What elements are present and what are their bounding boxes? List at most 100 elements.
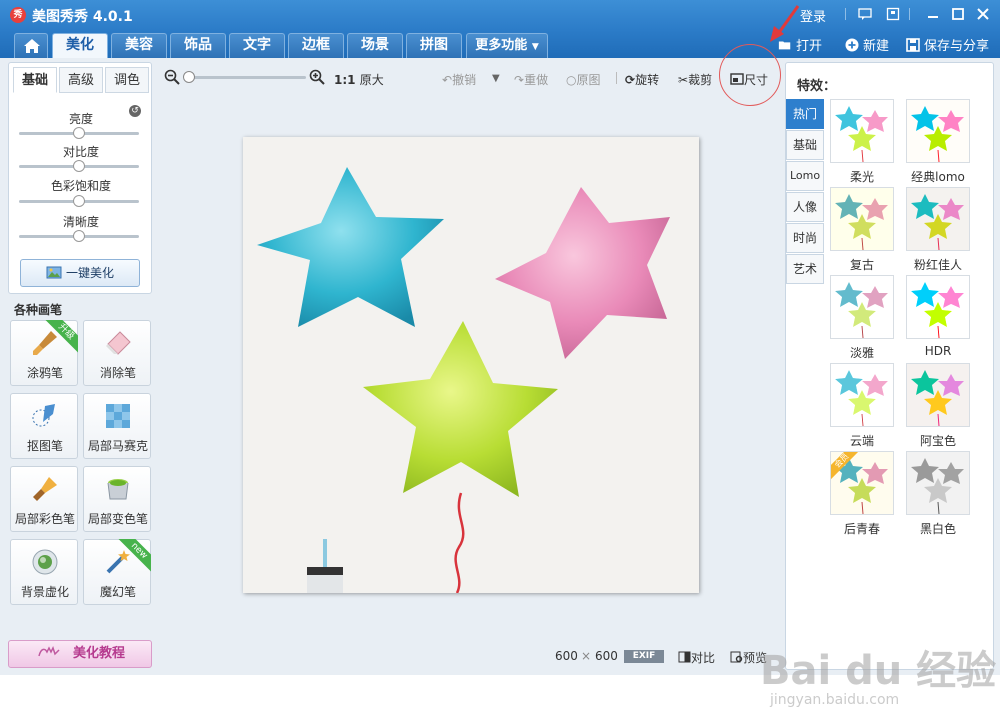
- login-link[interactable]: 登录: [800, 6, 826, 25]
- tab-frames[interactable]: 边框: [288, 33, 344, 58]
- effect-item[interactable]: 经典lomo: [906, 99, 970, 185]
- effect-item[interactable]: 淡雅: [830, 275, 894, 361]
- tab-advanced[interactable]: 高级: [59, 67, 103, 93]
- tab-beauty[interactable]: 美容: [111, 33, 167, 58]
- category-hot[interactable]: 热门: [786, 99, 824, 129]
- tab-accessories[interactable]: 饰品: [170, 33, 226, 58]
- effect-item[interactable]: 柔光: [830, 99, 894, 185]
- effect-item[interactable]: 云端: [830, 363, 894, 449]
- zoom-slider[interactable]: [186, 76, 306, 79]
- tab-text[interactable]: 文字: [229, 33, 285, 58]
- tutorial-button[interactable]: 美化教程: [8, 640, 152, 668]
- category-basic[interactable]: 基础: [786, 130, 824, 160]
- effect-thumbnail[interactable]: [906, 187, 970, 251]
- zoom-in-button[interactable]: [309, 69, 325, 88]
- cutout-brush-button[interactable]: 抠图笔: [10, 393, 78, 459]
- category-portrait[interactable]: 人像: [786, 192, 824, 222]
- saturation-slider[interactable]: [19, 195, 139, 207]
- zoom-in-icon: [309, 69, 325, 85]
- slider-knob[interactable]: [73, 195, 85, 207]
- crop-label: 裁剪: [688, 73, 713, 87]
- magic-photo-icon: [46, 266, 62, 279]
- effect-thumbnail[interactable]: [906, 451, 970, 515]
- exif-button[interactable]: EXIF: [624, 650, 664, 663]
- tab-collage[interactable]: 拼图: [406, 33, 462, 58]
- save-icon: [906, 38, 920, 52]
- effect-item[interactable]: 复古: [830, 187, 894, 273]
- cutout-pen-icon: [32, 404, 55, 427]
- eraser-brush-button[interactable]: 消除笔: [83, 320, 151, 386]
- sharpness-label: 清晰度: [62, 215, 99, 229]
- slider-knob[interactable]: [73, 230, 85, 242]
- contrast-slider[interactable]: [19, 160, 139, 172]
- slider-knob[interactable]: [73, 160, 85, 172]
- effect-thumbnail[interactable]: [830, 275, 894, 339]
- effect-thumbnail[interactable]: [830, 363, 894, 427]
- compare-button[interactable]: 对比: [678, 649, 715, 666]
- mosaic-brush-button[interactable]: 局部马赛克: [83, 393, 151, 459]
- effect-label: 粉红佳人: [913, 258, 962, 272]
- effect-thumbnail[interactable]: 会员: [830, 451, 894, 515]
- preview-icon: [730, 651, 743, 663]
- rotate-label: 旋转: [635, 73, 660, 87]
- home-icon: [24, 39, 40, 53]
- brush-label: 涂鸦笔: [26, 366, 63, 380]
- compare-label: 对比: [691, 651, 716, 665]
- effect-thumbnail[interactable]: [906, 99, 970, 163]
- category-fashion[interactable]: 时尚: [786, 223, 824, 253]
- doodle-brush-button[interactable]: 升级 涂鸦笔: [10, 320, 78, 386]
- zoom-slider-knob[interactable]: [183, 71, 195, 83]
- effect-thumbnail[interactable]: [830, 99, 894, 163]
- tutorial-label: 美化教程: [72, 646, 125, 661]
- tab-color[interactable]: 调色: [105, 67, 149, 93]
- effect-thumbnail[interactable]: [906, 363, 970, 427]
- new-button[interactable]: 新建: [845, 35, 889, 54]
- category-lomo[interactable]: Lomo: [786, 161, 824, 191]
- more-features-menu[interactable]: 更多功能 ▼: [466, 33, 548, 58]
- one-click-beautify-button[interactable]: 一键美化: [20, 259, 140, 287]
- close-icon[interactable]: [976, 7, 990, 21]
- redo-button[interactable]: ↷重做: [514, 71, 548, 88]
- maximize-icon[interactable]: [951, 7, 965, 21]
- category-art[interactable]: 艺术: [786, 254, 824, 284]
- undo-button[interactable]: ↶撤销: [442, 71, 476, 88]
- home-button[interactable]: [14, 33, 48, 58]
- save-share-button[interactable]: 保存与分享: [906, 35, 989, 54]
- effect-item[interactable]: 会员 后青春: [830, 451, 894, 537]
- undo-dropdown[interactable]: ▼: [492, 73, 500, 84]
- original-button[interactable]: ○原图: [566, 71, 601, 88]
- effect-label: 云端: [849, 434, 874, 448]
- photo-canvas[interactable]: [243, 137, 699, 594]
- magic-brush-button[interactable]: new 魔幻笔: [83, 539, 151, 605]
- actual-size-button[interactable]: 1:1 原大: [334, 71, 384, 88]
- minimize-icon[interactable]: [926, 7, 940, 21]
- rotate-button[interactable]: ⟳旋转: [625, 71, 659, 88]
- crop-button[interactable]: ✂裁剪: [678, 71, 712, 88]
- effect-item[interactable]: 阿宝色: [906, 363, 970, 449]
- tab-beautify[interactable]: 美化: [52, 33, 108, 58]
- effect-item[interactable]: 黑白色: [906, 451, 970, 537]
- zoom-out-button[interactable]: [164, 69, 180, 88]
- recolor-brush-button[interactable]: 局部变色笔: [83, 466, 151, 532]
- new-badge: new: [117, 539, 151, 573]
- caret-down-icon: ▼: [531, 42, 539, 52]
- effect-thumbnail[interactable]: [906, 275, 970, 339]
- skin-icon[interactable]: [886, 7, 900, 21]
- tab-basic[interactable]: 基础: [13, 67, 57, 93]
- effect-item[interactable]: HDR: [906, 275, 970, 358]
- effect-thumbnail[interactable]: [830, 187, 894, 251]
- brightness-slider[interactable]: [19, 127, 139, 139]
- background-blur-button[interactable]: 背景虚化: [10, 539, 78, 605]
- sharpness-slider[interactable]: [19, 230, 139, 242]
- brightness-label: 亮度: [68, 112, 93, 126]
- paint-bucket-icon: [107, 479, 129, 500]
- tab-scenes[interactable]: 场景: [347, 33, 403, 58]
- effect-item[interactable]: 粉红佳人: [906, 187, 970, 273]
- image-height: 600: [595, 649, 618, 663]
- mosaic-icon: [106, 404, 130, 428]
- brush-label: 魔幻笔: [99, 585, 136, 599]
- color-brush-button[interactable]: 局部彩色笔: [10, 466, 78, 532]
- slider-knob[interactable]: [73, 127, 85, 139]
- message-icon[interactable]: [858, 7, 872, 21]
- plus-circle-icon: [845, 38, 859, 52]
